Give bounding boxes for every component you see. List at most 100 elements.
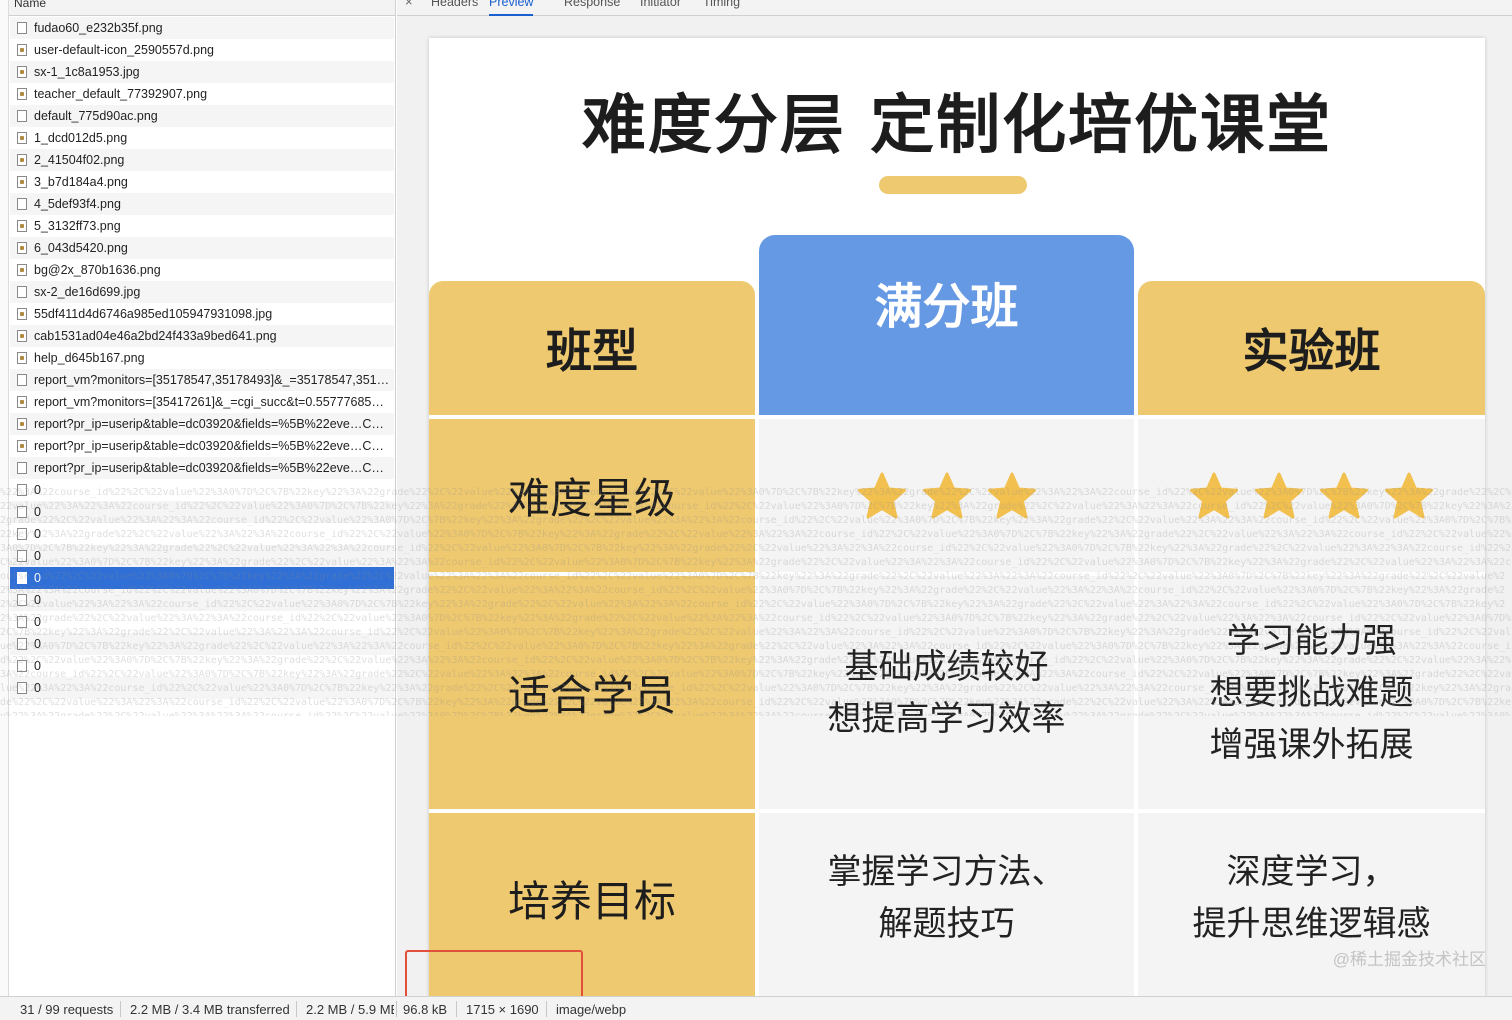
column-header-lab: 实验班 [1138,281,1485,415]
star-icon [1385,472,1433,518]
file-icon [17,176,27,188]
students-lab-line-1: 学习能力强 [1226,620,1397,661]
request-name: report?pr_ip=userip&table=dc03920&fields… [34,439,384,453]
request-row[interactable]: report?pr_ip=userip&table=dc03920&fields… [10,435,394,457]
request-row[interactable]: report?pr_ip=userip&table=dc03920&fields… [10,413,394,435]
request-name: help_d645b167.png [34,351,145,365]
students-lab-line-2: 想要挑战难题 [1209,672,1414,713]
request-name: 0 [34,527,41,541]
goal-full: 掌握学习方法、 解题技巧 [759,813,1134,996]
star-icon [1190,472,1238,518]
request-row[interactable]: default_775d90ac.png [10,105,394,127]
request-row[interactable]: cab1531ad04e46a2bd24f433a9bed641.png [10,325,394,347]
file-icon [17,418,27,430]
request-row[interactable]: 2_41504f02.png [10,149,394,171]
request-row[interactable]: 0 [10,633,394,655]
request-row[interactable]: bg@2x_870b1636.png [10,259,394,281]
request-row[interactable]: 0 [10,479,394,501]
star-icon [1320,472,1368,518]
tab-headers[interactable]: Headers [431,0,478,10]
status-transferred: 2.2 MB / 3.4 MB transferred [130,1002,290,1017]
request-name: 0 [34,615,41,629]
tab-preview[interactable]: Preview [489,0,534,16]
request-row[interactable]: sx-2_de16d699.jpg [10,281,394,303]
watermark: @稀土掘金技术社区 [1332,950,1486,969]
file-icon [17,550,27,562]
request-row[interactable]: help_d645b167.png [10,347,394,369]
image-preview: 难度分层 定制化培优课堂 班型 满分班 实验班 难度星级 适合学员 基础成绩较好… [429,38,1485,996]
request-row[interactable]: sx-1_1c8a1953.jpg [10,61,394,83]
request-row[interactable]: user-default-icon_2590557d.png [10,39,394,61]
file-icon [17,506,27,518]
file-icon [17,660,27,672]
request-row[interactable]: fudao60_e232b35f.png [10,17,394,39]
close-icon[interactable]: × [405,0,413,9]
request-row[interactable]: report_vm?monitors=[35417261]&_=cgi_succ… [10,391,394,413]
request-name: 4_5def93f4.png [34,197,121,211]
request-name: sx-1_1c8a1953.jpg [34,65,140,79]
request-row[interactable]: 6_043d5420.png [10,237,394,259]
request-row[interactable]: 0 [10,655,394,677]
request-name: 6_043d5420.png [34,241,128,255]
request-name: report?pr_ip=userip&table=dc03920&fields… [34,461,384,475]
request-row[interactable]: 55df411d4d6746a985ed105947931098.jpg [10,303,394,325]
file-icon [17,594,27,606]
request-row[interactable]: 0 [10,501,394,523]
request-row[interactable]: 0 [10,677,394,699]
request-row[interactable]: 0 [10,589,394,611]
file-icon [17,264,27,276]
request-row[interactable]: 0 [10,523,394,545]
request-name: 0 [34,593,41,607]
request-row[interactable]: teacher_default_77392907.png [10,83,394,105]
students-lab-line-3: 增强课外拓展 [1209,724,1414,765]
star-icon [1255,472,1303,518]
star-rating-full [857,472,1037,520]
file-icon [17,352,27,364]
detail-tabs: × Headers Preview Response Initiator Tim… [397,0,1512,16]
file-icon [17,220,27,232]
request-row[interactable]: 0 [10,545,394,567]
file-icon [17,154,27,166]
request-name: report_vm?monitors=[35178547,35178493]&_… [34,373,390,387]
file-icon [17,198,27,210]
request-name: 0 [34,681,41,695]
file-icon [17,132,27,144]
file-icon [17,396,27,408]
tab-response[interactable]: Response [564,0,620,10]
file-icon [17,682,27,694]
title-underline [879,176,1027,194]
tab-initiator[interactable]: Initiator [640,0,681,10]
request-row[interactable]: report_vm?monitors=[35178547,35178493]&_… [10,369,394,391]
preview-title: 难度分层 定制化培优课堂 [581,89,1333,163]
request-list-panel: Name fudao60_e232b35f.png user-default-ic… [0,0,396,996]
file-icon [17,528,27,540]
file-icon [17,616,27,628]
preview-panel: × Headers Preview Response Initiator Tim… [397,0,1512,996]
request-row[interactable]: report?pr_ip=userip&table=dc03920&fields… [10,457,394,479]
request-row[interactable]: 5_3132ff73.png [10,215,394,237]
star-icon [922,472,971,518]
request-row[interactable]: 0 [10,567,394,589]
name-column-header[interactable]: Name [9,0,395,16]
students-full: 基础成绩较好 想提高学习效率 [759,576,1134,809]
request-row[interactable]: 3_b7d184a4.png [10,171,394,193]
file-icon [17,242,27,254]
request-name: 5_3132ff73.png [34,219,121,233]
status-divider [120,1001,121,1017]
row-label-students: 适合学员 [429,576,755,809]
status-divider [546,1001,547,1017]
request-row[interactable]: 1_dcd012d5.png [10,127,394,149]
file-icon [17,286,27,298]
status-requests: 31 / 99 requests [20,1002,114,1017]
request-name: cab1531ad04e46a2bd24f433a9bed641.png [34,329,277,343]
column-header-type: 班型 [429,281,755,415]
request-name: user-default-icon_2590557d.png [34,43,214,57]
tab-timing[interactable]: Timing [703,0,740,10]
request-name: 1_dcd012d5.png [34,131,128,145]
request-row[interactable]: 4_5def93f4.png [10,193,394,215]
file-icon [17,44,27,56]
list-gutter [0,0,9,996]
request-name: sx-2_de16d699.jpg [34,285,141,299]
request-row[interactable]: 0 [10,611,394,633]
status-size: 96.8 kB [403,1002,448,1017]
